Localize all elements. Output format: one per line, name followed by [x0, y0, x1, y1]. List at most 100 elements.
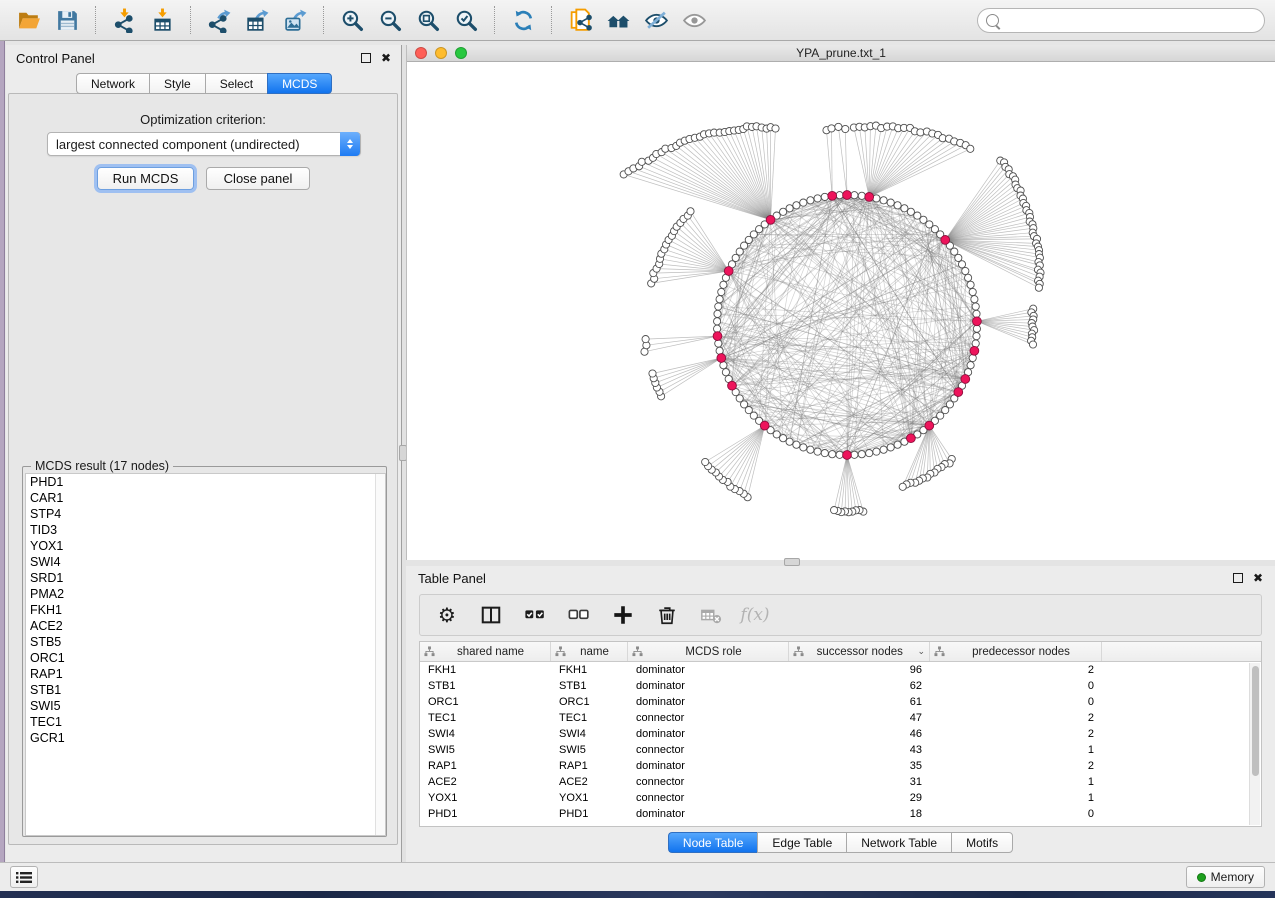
table-row-SWI5[interactable]: SWI5SWI5connector431	[420, 742, 1261, 758]
network-node[interactable]	[716, 296, 723, 303]
deselect-all-rows-button[interactable]	[562, 599, 596, 631]
network-node[interactable]	[973, 325, 980, 332]
column-header-MCDS-role[interactable]: MCDS role	[628, 642, 789, 661]
network-node[interactable]	[649, 370, 656, 377]
open-network-button[interactable]	[12, 4, 46, 36]
network-node[interactable]	[962, 267, 969, 274]
mcds-result-item[interactable]: RAP1	[26, 666, 385, 682]
zoom-fit-content-button[interactable]	[411, 4, 445, 36]
network-node[interactable]	[831, 507, 838, 514]
network-node[interactable]	[951, 248, 958, 255]
mcds-result-item[interactable]: GCR1	[26, 730, 385, 746]
network-hub-node[interactable]	[728, 381, 737, 390]
table-settings-button[interactable]: ⚙	[430, 599, 464, 631]
network-node[interactable]	[836, 192, 843, 199]
tab-mcds[interactable]: MCDS	[267, 73, 332, 94]
network-node[interactable]	[821, 193, 828, 200]
network-hub-node[interactable]	[954, 388, 963, 397]
network-node[interactable]	[780, 435, 787, 442]
network-node[interactable]	[851, 192, 858, 199]
network-hub-node[interactable]	[724, 267, 733, 276]
table-row-SWI4[interactable]: SWI4SWI4dominator462	[420, 726, 1261, 742]
column-header-successor-nodes[interactable]: successor nodes⌄	[789, 642, 930, 661]
mcds-result-list[interactable]: PHD1CAR1STP4TID3YOX1SWI4SRD1PMA2FKH1ACE2…	[25, 473, 386, 836]
network-node[interactable]	[836, 451, 843, 458]
network-canvas[interactable]	[407, 62, 1275, 560]
mcds-result-item[interactable]: STB1	[26, 682, 385, 698]
export-image-button[interactable]	[278, 4, 312, 36]
network-hub-node[interactable]	[843, 191, 852, 200]
create-column-button[interactable]	[606, 599, 640, 631]
network-node[interactable]	[821, 450, 828, 457]
network-node[interactable]	[714, 325, 721, 332]
network-node[interactable]	[720, 281, 727, 288]
network-node[interactable]	[972, 340, 979, 347]
network-node[interactable]	[973, 333, 980, 340]
save-session-button[interactable]	[50, 4, 84, 36]
network-node[interactable]	[965, 274, 972, 281]
float-panel-icon[interactable]	[361, 53, 371, 63]
network-hub-node[interactable]	[843, 451, 852, 460]
network-hub-node[interactable]	[865, 193, 874, 202]
network-node[interactable]	[894, 202, 901, 209]
tab-network[interactable]: Network	[76, 73, 149, 94]
network-node[interactable]	[828, 125, 835, 132]
mcds-result-item[interactable]: PMA2	[26, 586, 385, 602]
mcds-result-item[interactable]: SRD1	[26, 570, 385, 586]
network-hub-node[interactable]	[760, 421, 769, 430]
export-network-button[interactable]	[202, 4, 236, 36]
close-panel-button[interactable]: Close panel	[206, 167, 310, 190]
network-node[interactable]	[858, 451, 865, 458]
toggle-panel-layout-button[interactable]	[474, 599, 508, 631]
mcds-result-item[interactable]: TEC1	[26, 714, 385, 730]
network-node[interactable]	[800, 444, 807, 451]
network-node[interactable]	[786, 205, 793, 212]
network-node[interactable]	[835, 123, 842, 130]
mcds-result-item[interactable]: ORC1	[26, 650, 385, 666]
network-node[interactable]	[971, 296, 978, 303]
network-node[interactable]	[967, 281, 974, 288]
network-node[interactable]	[887, 444, 894, 451]
network-node[interactable]	[687, 208, 694, 215]
network-node[interactable]	[842, 125, 849, 132]
network-node[interactable]	[866, 450, 873, 457]
mcds-result-item[interactable]: STP4	[26, 506, 385, 522]
network-node[interactable]	[873, 448, 880, 455]
table-row-STB1[interactable]: STB1STB1dominator620	[420, 678, 1261, 694]
network-hub-node[interactable]	[717, 354, 726, 363]
network-node[interactable]	[807, 197, 814, 204]
close-panel-icon[interactable]: ✖	[381, 53, 391, 63]
network-hub-node[interactable]	[713, 332, 722, 341]
network-node[interactable]	[858, 192, 865, 199]
first-neighbors-button[interactable]	[601, 4, 635, 36]
tab-network-table[interactable]: Network Table	[846, 832, 951, 853]
network-node[interactable]	[714, 318, 721, 325]
network-node[interactable]	[894, 441, 901, 448]
search-input[interactable]	[1004, 13, 1256, 27]
mcds-result-item[interactable]: SWI5	[26, 698, 385, 714]
float-panel-icon[interactable]	[1233, 573, 1243, 583]
network-node[interactable]	[807, 446, 814, 453]
table-row-YOX1[interactable]: YOX1YOX1connector291	[420, 790, 1261, 806]
tab-motifs[interactable]: Motifs	[951, 832, 1013, 853]
delete-columns-button[interactable]	[650, 599, 684, 631]
table-row-TEC1[interactable]: TEC1TEC1connector472	[420, 710, 1261, 726]
table-row-RAP1[interactable]: RAP1RAP1dominator352	[420, 758, 1261, 774]
network-node[interactable]	[955, 254, 962, 261]
table-row-ORC1[interactable]: ORC1ORC1dominator610	[420, 694, 1261, 710]
network-node[interactable]	[887, 199, 894, 206]
network-node[interactable]	[642, 336, 649, 343]
hide-selected-button[interactable]	[639, 4, 673, 36]
task-history-button[interactable]	[10, 866, 38, 888]
mcds-result-item[interactable]: SWI4	[26, 554, 385, 570]
table-row-FKH1[interactable]: FKH1FKH1dominator962	[420, 662, 1261, 678]
mcds-result-item[interactable]: FKH1	[26, 602, 385, 618]
network-node[interactable]	[814, 195, 821, 202]
network-node[interactable]	[1035, 284, 1042, 291]
run-mcds-button[interactable]: Run MCDS	[97, 167, 194, 190]
table-scrollbar[interactable]	[1249, 663, 1260, 825]
network-node[interactable]	[973, 310, 980, 317]
network-node[interactable]	[917, 129, 924, 136]
tab-select[interactable]: Select	[205, 73, 267, 94]
column-header-shared-name[interactable]: shared name	[420, 642, 551, 661]
